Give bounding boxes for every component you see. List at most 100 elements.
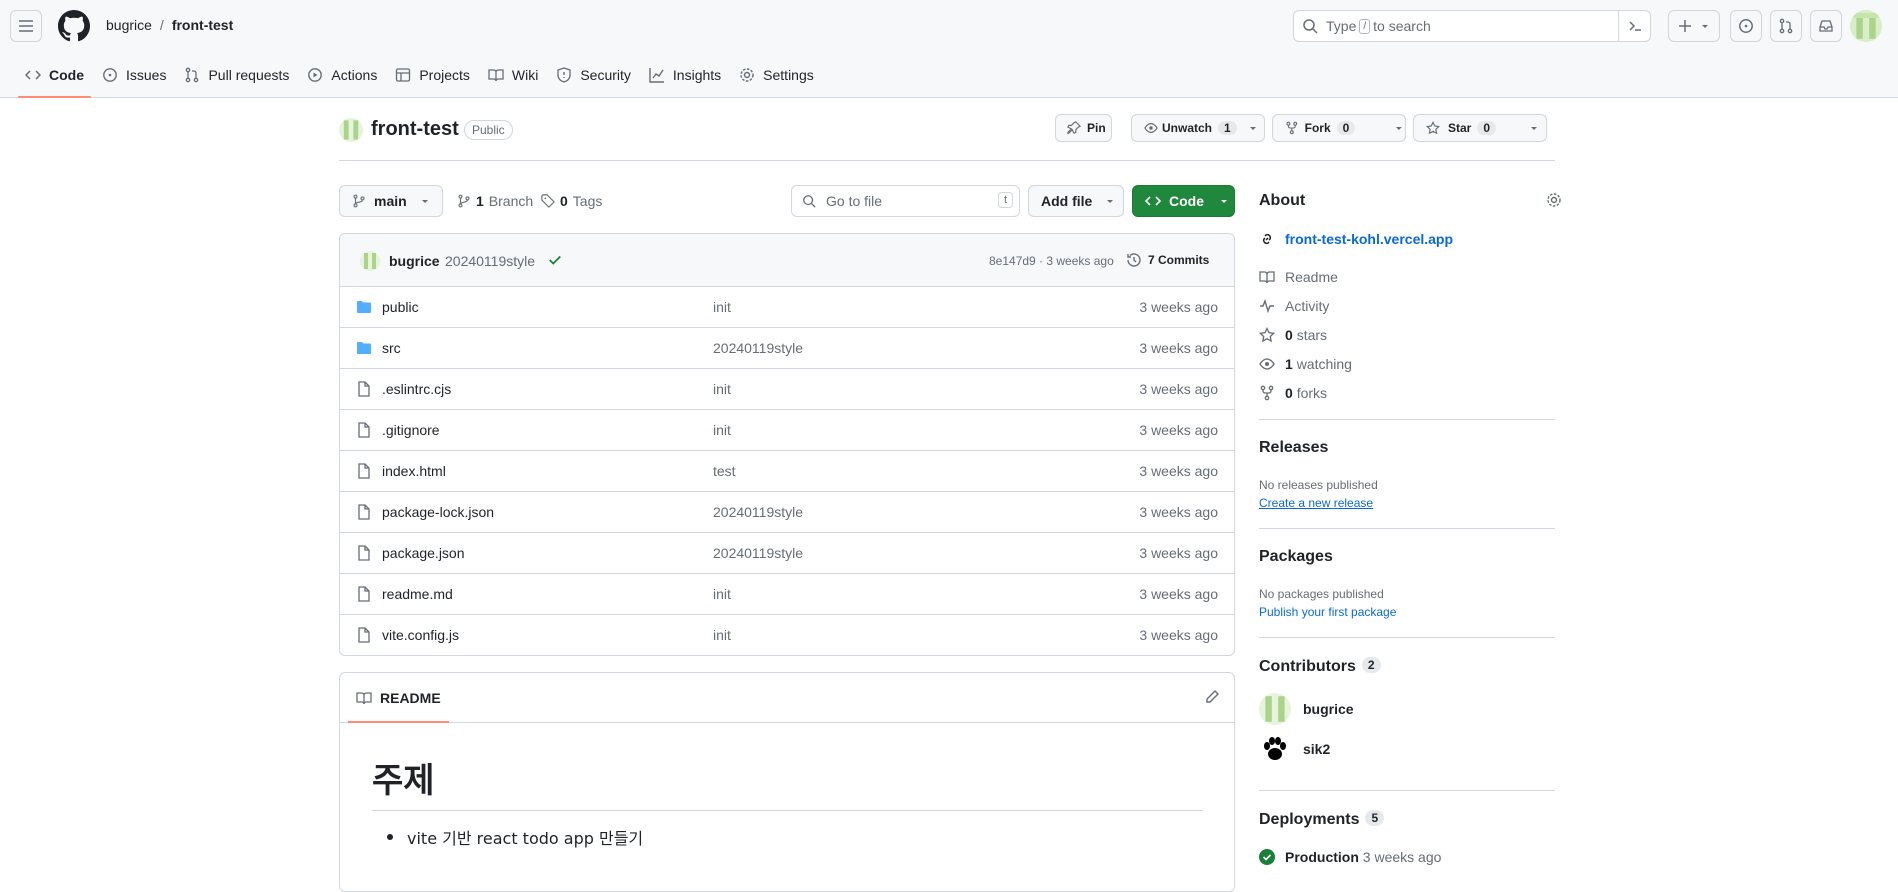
contributors-title[interactable]: Contributors 2: [1259, 657, 1381, 676]
publish-package-link[interactable]: Publish your first package: [1259, 605, 1396, 619]
tab-wiki[interactable]: Wiki: [479, 52, 547, 98]
add-file-button[interactable]: Add file: [1028, 185, 1124, 217]
file-row[interactable]: readme.md init 3 weeks ago: [340, 574, 1234, 615]
hamburger-icon: [19, 20, 33, 32]
file-commit-time: 3 weeks ago: [1139, 627, 1218, 643]
stars-link[interactable]: 0 stars: [1259, 327, 1327, 343]
repo-forked-icon: [1286, 121, 1298, 135]
tab-settings[interactable]: Settings: [730, 52, 823, 98]
command-palette-button[interactable]: [1618, 11, 1650, 41]
file-name[interactable]: public: [382, 299, 419, 315]
tab-projects[interactable]: Projects: [386, 52, 479, 98]
file-row[interactable]: public init 3 weeks ago: [340, 287, 1234, 328]
global-header: bugrice / front-test Type / to search Co…: [0, 0, 1898, 98]
file-name[interactable]: readme.md: [382, 586, 453, 602]
stars-count: 0: [1285, 327, 1293, 343]
go-to-file-input[interactable]: Go to file t: [791, 185, 1020, 217]
file-commit-message[interactable]: 20240119style: [713, 504, 803, 520]
file-type-icon: [356, 586, 372, 602]
deployments-title[interactable]: Deployments 5: [1259, 810, 1385, 829]
book-icon: [356, 692, 372, 705]
repo-name[interactable]: front-test: [371, 118, 459, 141]
readme-tab-label: README: [380, 690, 441, 706]
branches-link[interactable]: 1 Branch: [457, 193, 533, 209]
file-name[interactable]: package.json: [382, 545, 465, 561]
commit-hash-time[interactable]: 8e147d9 · 3 weeks ago: [989, 254, 1114, 268]
file-name[interactable]: .gitignore: [382, 422, 440, 438]
user-avatar[interactable]: [1850, 10, 1882, 42]
file-row[interactable]: src 20240119style 3 weeks ago: [340, 328, 1234, 369]
file-icon: [358, 381, 370, 397]
file-name[interactable]: .eslintrc.cjs: [382, 381, 451, 397]
packages-empty: No packages published: [1259, 587, 1384, 601]
file-name[interactable]: package-lock.json: [382, 504, 494, 520]
check-circle-icon: [1259, 849, 1275, 865]
breadcrumb-repo[interactable]: front-test: [172, 17, 233, 33]
tab-actions[interactable]: Actions: [298, 52, 386, 98]
create-release-link[interactable]: Create a new release: [1259, 496, 1373, 510]
file-commit-message[interactable]: init: [713, 586, 731, 602]
bullet-dot: [387, 834, 393, 840]
about-settings-button[interactable]: [1546, 192, 1562, 208]
tab-insights[interactable]: Insights: [640, 52, 730, 98]
file-row[interactable]: package.json 20240119style 3 weeks ago: [340, 533, 1234, 574]
create-new-button[interactable]: [1668, 10, 1720, 42]
inbox-button[interactable]: [1810, 10, 1842, 42]
file-commit-message[interactable]: init: [713, 422, 731, 438]
tab-pull-requests[interactable]: Pull requests: [175, 52, 298, 98]
commit-message[interactable]: 20240119style: [445, 253, 535, 269]
tab-label: Code: [49, 67, 84, 83]
file-name[interactable]: vite.config.js: [382, 627, 459, 643]
file-commit-message[interactable]: test: [713, 463, 736, 479]
breadcrumb-owner[interactable]: bugrice: [106, 17, 152, 33]
packages-title[interactable]: Packages: [1259, 548, 1333, 566]
pin-button[interactable]: Pin: [1055, 114, 1112, 142]
activity-link[interactable]: Activity: [1259, 298, 1329, 314]
github-logo[interactable]: [58, 10, 90, 42]
file-commit-message[interactable]: init: [713, 627, 731, 643]
edit-readme-button[interactable]: [1204, 689, 1220, 705]
tags-link[interactable]: 0 Tags: [541, 193, 602, 209]
website-link[interactable]: front-test-kohl.vercel.app: [1259, 231, 1453, 247]
plus-icon: [1679, 20, 1691, 32]
forks-link[interactable]: 0 forks: [1259, 385, 1327, 401]
menu-button[interactable]: [10, 10, 42, 42]
repo-owner-avatar[interactable]: [339, 118, 363, 142]
code-button[interactable]: Code: [1132, 185, 1235, 217]
pull-requests-button[interactable]: [1770, 10, 1802, 42]
file-row[interactable]: package-lock.json 20240119style 3 weeks ag…: [340, 492, 1234, 533]
deployment-production[interactable]: Production 3 weeks ago: [1259, 849, 1441, 865]
issue-icon: [103, 68, 117, 82]
file-name[interactable]: index.html: [382, 463, 446, 479]
tab-label: Insights: [672, 67, 722, 83]
file-row[interactable]: .eslintrc.cjs init 3 weeks ago: [340, 369, 1234, 410]
commit-author-avatar[interactable]: [360, 251, 380, 271]
tab-code[interactable]: Code: [16, 52, 93, 98]
issues-button[interactable]: [1730, 10, 1762, 42]
contributor-bugrice[interactable]: bugrice: [1259, 693, 1354, 725]
tab-security[interactable]: Security: [547, 52, 640, 98]
commits-link[interactable]: 7 Commits: [1126, 252, 1209, 268]
branch-selector[interactable]: main: [339, 185, 443, 217]
star-button[interactable]: Star 0: [1413, 114, 1547, 142]
check-icon[interactable]: [548, 253, 562, 267]
watching-link[interactable]: 1 watching: [1259, 356, 1352, 372]
fork-button[interactable]: Fork 0: [1272, 114, 1406, 142]
paw-icon: [1264, 737, 1286, 760]
commit-author[interactable]: bugrice: [389, 253, 440, 269]
releases-title[interactable]: Releases: [1259, 439, 1328, 457]
file-commit-message[interactable]: init: [713, 381, 731, 397]
unwatch-button[interactable]: Unwatch 1: [1131, 114, 1265, 142]
file-commit-message[interactable]: 20240119style: [713, 545, 803, 561]
file-commit-message[interactable]: init: [713, 299, 731, 315]
tab-issues[interactable]: Issues: [93, 52, 175, 98]
readme-tab[interactable]: README: [348, 673, 449, 723]
file-row[interactable]: vite.config.js init 3 weeks ago: [340, 615, 1234, 655]
file-row[interactable]: .gitignore init 3 weeks ago: [340, 410, 1234, 451]
file-name[interactable]: src: [382, 340, 401, 356]
readme-link[interactable]: Readme: [1259, 269, 1338, 285]
search-input[interactable]: Type / to search: [1293, 10, 1651, 42]
file-commit-message[interactable]: 20240119style: [713, 340, 803, 356]
contributor-sik2[interactable]: sik2: [1259, 733, 1330, 765]
file-row[interactable]: index.html test 3 weeks ago: [340, 451, 1234, 492]
